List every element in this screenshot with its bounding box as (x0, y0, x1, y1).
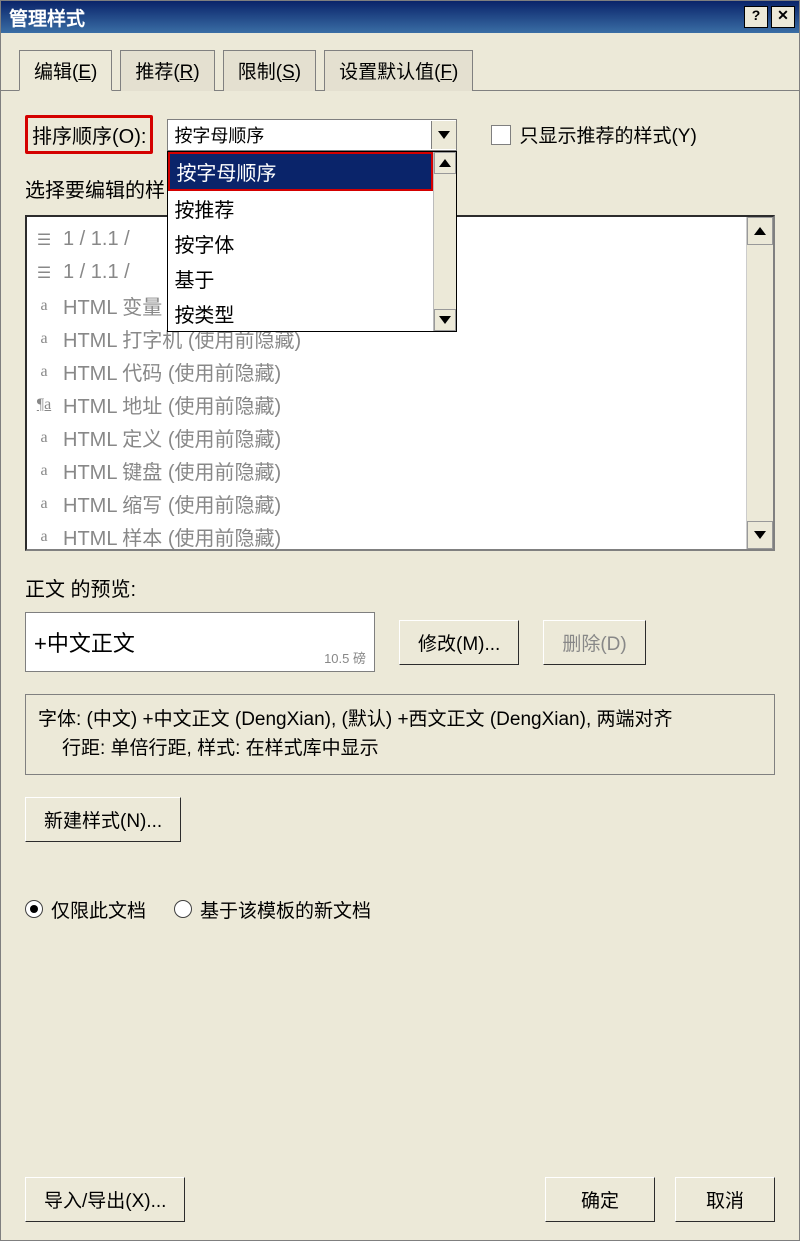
char-icon: a (33, 495, 55, 513)
style-item-text: HTML 定义 (使用前隐藏) (63, 423, 281, 452)
dropdown-option[interactable]: 按推荐 (168, 191, 433, 226)
list-icon: ☰ (33, 230, 55, 250)
radio-icon (174, 900, 192, 918)
style-item[interactable]: a HTML 缩写 (使用前隐藏) (33, 487, 746, 520)
radio-this-doc-label: 仅限此文档 (51, 896, 146, 923)
preview-fontsize: 10.5 磅 (324, 648, 366, 667)
dropdown-option[interactable]: 基于 (168, 261, 433, 296)
radio-template[interactable]: 基于该模板的新文档 (174, 896, 371, 923)
chevron-down-icon (438, 131, 450, 139)
help-button[interactable]: ? (744, 6, 768, 28)
tab-restrict[interactable]: 限制(S) (223, 50, 316, 91)
dropdown-option[interactable]: 按字母顺序 (168, 152, 433, 191)
recommended-only-label: 只显示推荐的样式(Y) (519, 121, 696, 148)
dropdown-option[interactable]: 按类型 (168, 296, 433, 331)
style-item-text: HTML 样本 (使用前隐藏) (63, 522, 281, 549)
list-scrollbar[interactable] (746, 217, 773, 549)
radio-this-doc[interactable]: 仅限此文档 (25, 896, 146, 923)
tab-edit[interactable]: 编辑(E) (19, 50, 112, 91)
preview-box: +中文正文 10.5 磅 (25, 612, 375, 672)
char-icon: a (33, 429, 55, 447)
sort-order-label: 排序顺序(O): (25, 115, 153, 154)
style-item-text: 1 / 1.1 / (63, 228, 130, 251)
scroll-down-icon[interactable] (434, 309, 456, 331)
style-item-text: HTML 代码 (使用前隐藏) (63, 357, 281, 386)
style-item-text: 1 / 1.1 / (63, 261, 130, 284)
style-item-text: HTML 键盘 (使用前隐藏) (63, 456, 281, 485)
cancel-button[interactable]: 取消 (675, 1177, 775, 1222)
char-icon: a (33, 528, 55, 546)
desc-line2: 行距: 单倍行距, 样式: 在样式库中显示 (38, 734, 762, 763)
dialog-buttons: 导入/导出(X)... 确定 取消 (25, 1177, 775, 1222)
delete-button: 删除(D) (543, 620, 645, 665)
radio-template-label: 基于该模板的新文档 (200, 896, 371, 923)
tab-content: 排序顺序(O): 按字母顺序 按字母顺序 按推荐 按字体 基于 按类型 (1, 91, 799, 923)
tab-recommend[interactable]: 推荐(R) (120, 50, 214, 91)
new-style-row: 新建样式(N)... (25, 797, 775, 842)
scroll-down-icon[interactable] (747, 521, 773, 549)
scroll-up-icon[interactable] (434, 152, 456, 174)
char-icon: a (33, 363, 55, 381)
scroll-up-icon[interactable] (747, 217, 773, 245)
sort-order-dropdown: 按字母顺序 按推荐 按字体 基于 按类型 (167, 151, 457, 332)
desc-line1: 字体: (中文) +中文正文 (DengXian), (默认) +西文正文 (D… (38, 705, 762, 734)
titlebar: 管理样式 ? ✕ (1, 1, 799, 33)
title-buttons: ? ✕ (744, 6, 795, 28)
style-item[interactable]: a HTML 代码 (使用前隐藏) (33, 355, 746, 388)
dialog-title: 管理样式 (9, 4, 85, 31)
recommended-only-row: 只显示推荐的样式(Y) (491, 121, 696, 148)
sort-order-value: 按字母顺序 (174, 122, 264, 148)
style-item[interactable]: ¶a HTML 地址 (使用前隐藏) (33, 388, 746, 421)
sort-combo-wrap: 按字母顺序 按字母顺序 按推荐 按字体 基于 按类型 (167, 119, 457, 151)
char-icon: a (33, 297, 55, 315)
style-item-text: HTML 缩写 (使用前隐藏) (63, 489, 281, 518)
sort-order-combo[interactable]: 按字母顺序 (167, 119, 457, 151)
radio-icon (25, 900, 43, 918)
recommended-only-checkbox[interactable] (491, 125, 511, 145)
new-style-button[interactable]: 新建样式(N)... (25, 797, 181, 842)
char-icon: a (33, 462, 55, 480)
close-button[interactable]: ✕ (771, 6, 795, 28)
modify-button[interactable]: 修改(M)... (399, 620, 519, 665)
para-icon: ¶a (33, 396, 55, 414)
preview-row: +中文正文 10.5 磅 修改(M)... 删除(D) (25, 612, 775, 672)
list-icon: ☰ (33, 263, 55, 283)
dropdown-option[interactable]: 按字体 (168, 226, 433, 261)
tab-defaults[interactable]: 设置默认值(F) (324, 50, 473, 91)
sort-row: 排序顺序(O): 按字母顺序 按字母顺序 按推荐 按字体 基于 按类型 (25, 115, 775, 154)
style-description: 字体: (中文) +中文正文 (DengXian), (默认) +西文正文 (D… (25, 694, 775, 775)
preview-label: 正文 的预览: (25, 573, 775, 602)
ok-button[interactable]: 确定 (545, 1177, 655, 1222)
tab-strip: 编辑(E) 推荐(R) 限制(S) 设置默认值(F) (1, 33, 799, 91)
scope-radio-row: 仅限此文档 基于该模板的新文档 (25, 896, 775, 923)
char-icon: a (33, 330, 55, 348)
combo-dropdown-button[interactable] (431, 121, 456, 149)
style-item-text: HTML 地址 (使用前隐藏) (63, 390, 281, 419)
dropdown-scrollbar[interactable] (433, 152, 456, 331)
style-item[interactable]: a HTML 定义 (使用前隐藏) (33, 421, 746, 454)
style-item[interactable]: a HTML 样本 (使用前隐藏) (33, 520, 746, 549)
manage-styles-dialog: 管理样式 ? ✕ 编辑(E) 推荐(R) 限制(S) 设置默认值(F) 排序顺序… (0, 0, 800, 1241)
import-export-button[interactable]: 导入/导出(X)... (25, 1177, 185, 1222)
preview-text: +中文正文 (34, 626, 135, 658)
style-item[interactable]: a HTML 键盘 (使用前隐藏) (33, 454, 746, 487)
dropdown-list: 按字母顺序 按推荐 按字体 基于 按类型 (168, 152, 433, 331)
